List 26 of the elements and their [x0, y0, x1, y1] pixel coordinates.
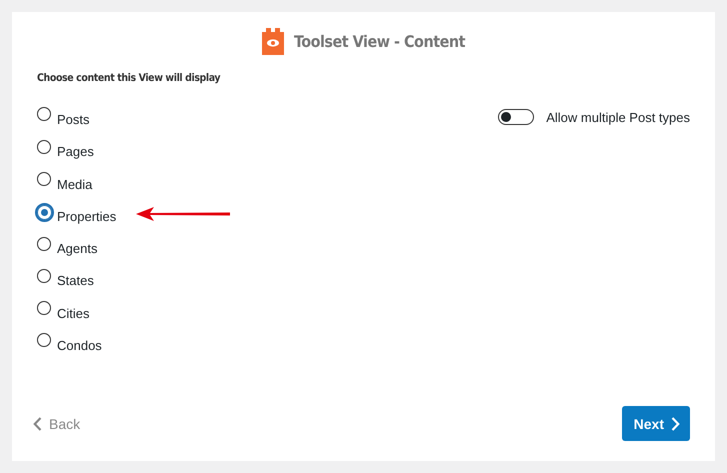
option-label[interactable]: Agents [57, 241, 98, 256]
radio-button[interactable] [37, 172, 51, 186]
dialog-title: Toolset View - Content [294, 32, 465, 50]
toggle-label: Allow multiple Post types [546, 110, 690, 124]
option-label[interactable]: Properties [57, 208, 116, 224]
radio-button[interactable] [37, 301, 51, 316]
chevron-left-icon [33, 416, 42, 430]
option-label[interactable]: States [57, 273, 94, 288]
radio-button[interactable] [37, 268, 51, 283]
radio-button[interactable] [34, 203, 54, 222]
arrow-icon [136, 207, 230, 222]
toggle-switch[interactable] [498, 109, 534, 125]
chevron-right-icon [671, 416, 680, 430]
radio-button[interactable] [37, 107, 51, 122]
option-label[interactable]: Cities [57, 306, 90, 321]
radio-button[interactable] [37, 236, 51, 251]
back-button[interactable]: Back [33, 416, 80, 432]
option-label[interactable]: Posts [57, 112, 90, 127]
option-label[interactable]: Condos [57, 338, 102, 353]
option-label[interactable]: Media [57, 176, 92, 192]
next-button[interactable]: Next [622, 406, 690, 441]
prompt-label: Choose content this View will display [37, 72, 222, 84]
radio-button[interactable] [37, 140, 51, 154]
option-label[interactable]: Pages [57, 144, 94, 160]
radio-button[interactable] [37, 333, 51, 348]
logo-icon [262, 28, 284, 54]
